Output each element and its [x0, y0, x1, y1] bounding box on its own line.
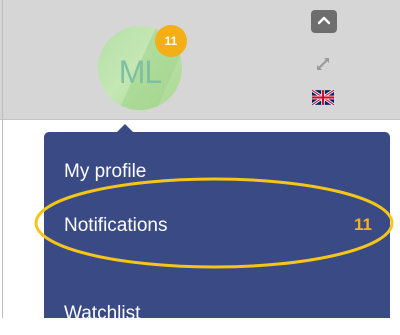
top-bar: [0, 0, 400, 120]
uk-flag-icon[interactable]: [312, 90, 334, 105]
notification-badge[interactable]: 11: [155, 25, 187, 57]
avatar-initials: ML: [118, 54, 162, 90]
collapse-button[interactable]: [311, 10, 337, 33]
menu-caret: [117, 124, 133, 132]
highlight-ellipse: [34, 177, 394, 269]
menu-item-watchlist[interactable]: Watchlist: [44, 295, 390, 335]
chevron-up-icon: [317, 16, 331, 25]
menu-item-label: Watchlist: [64, 303, 141, 324]
expand-arrows-icon[interactable]: [314, 55, 332, 73]
left-border: [2, 0, 3, 318]
